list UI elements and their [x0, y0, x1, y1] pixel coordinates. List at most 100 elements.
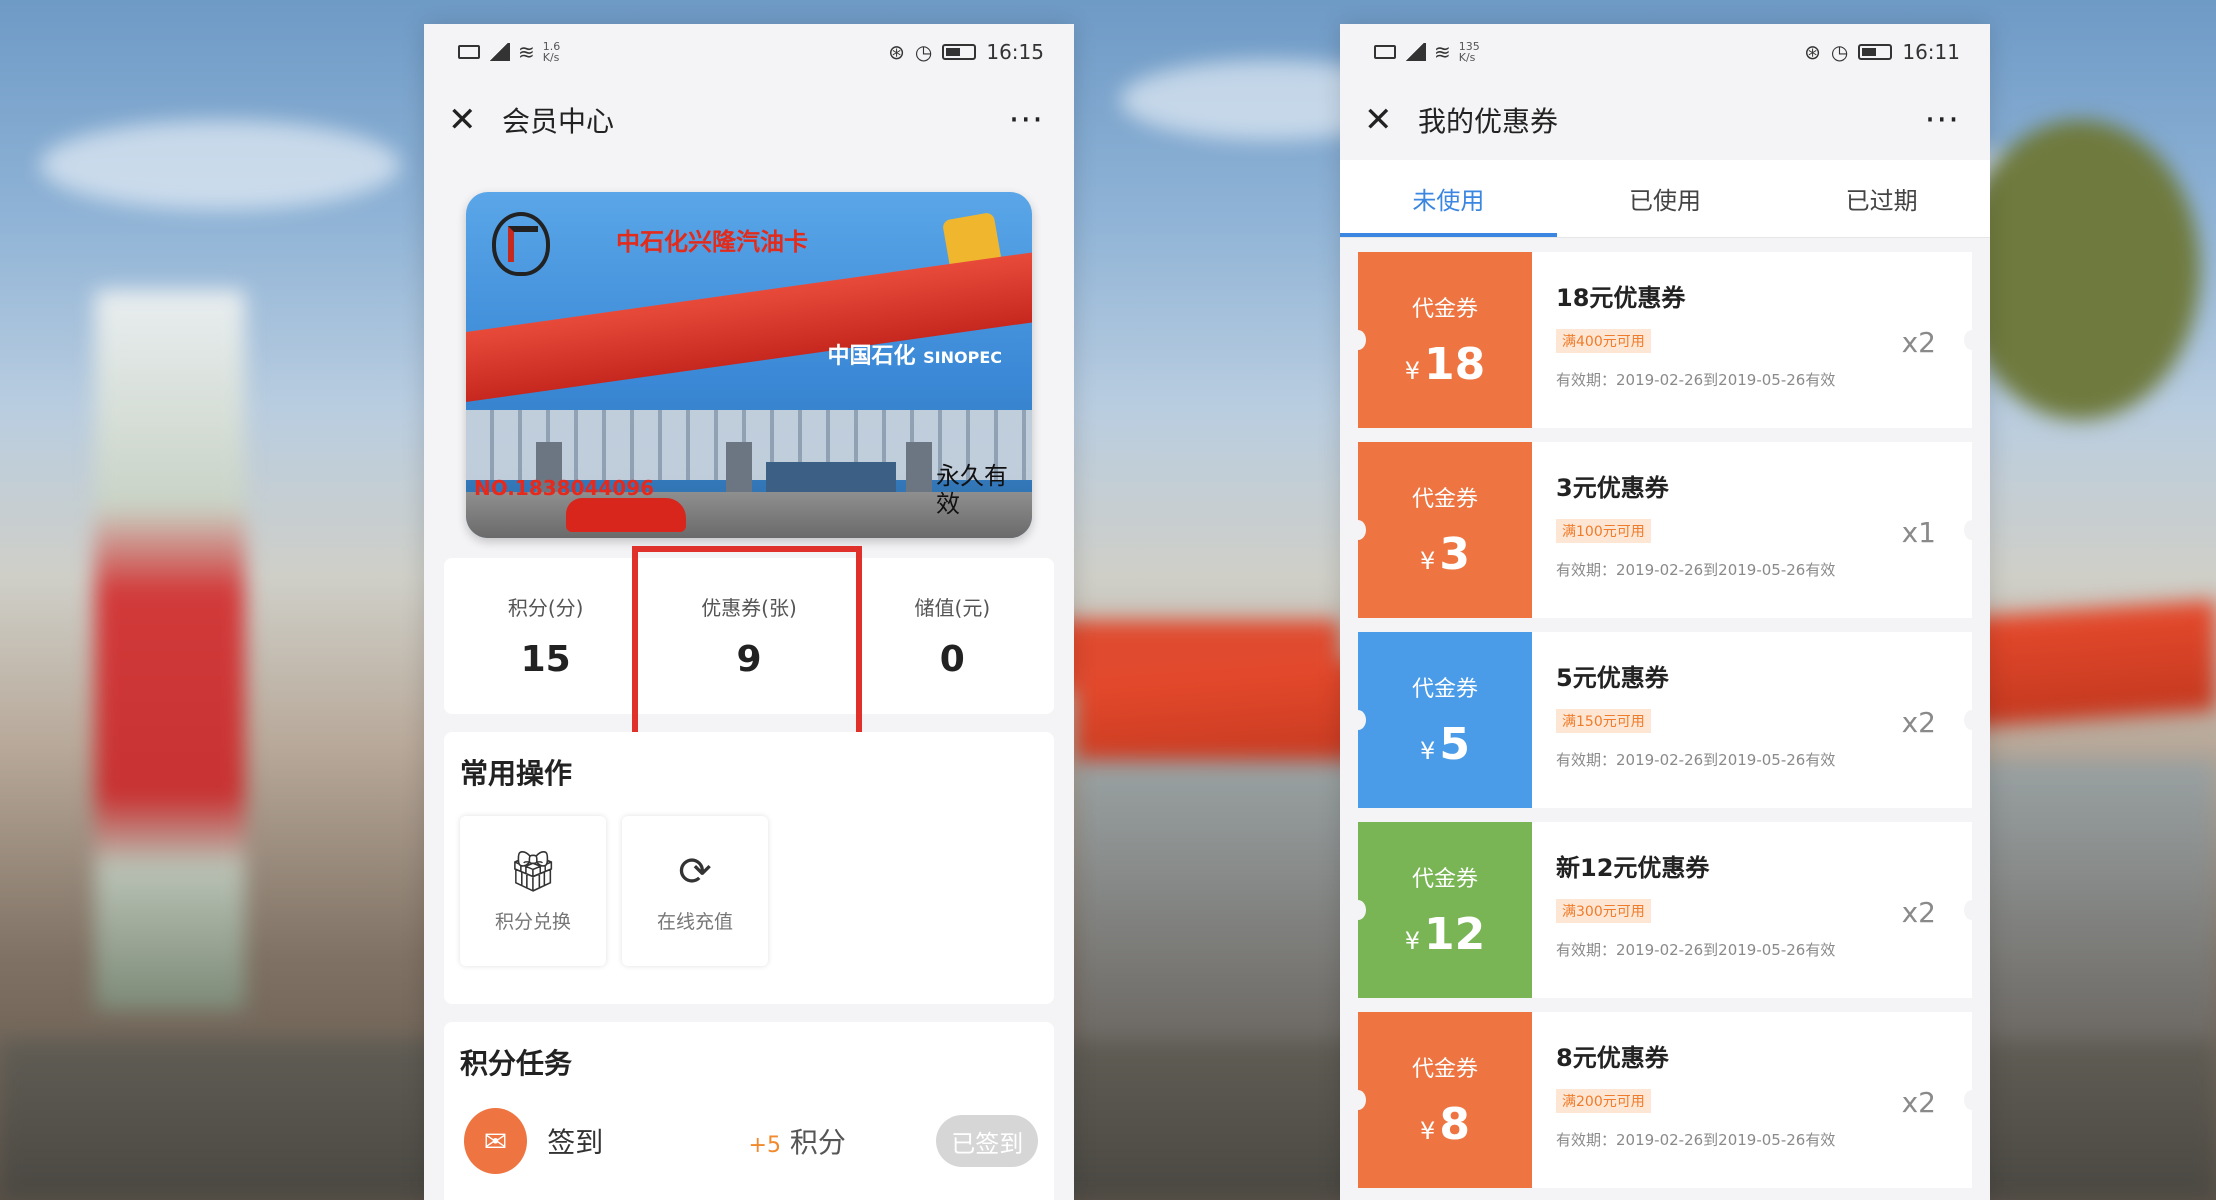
task-row: ✉ 签到 +5 积分 已签到	[444, 1082, 1054, 1174]
stat-balance[interactable]: 储值(元) 0	[851, 558, 1054, 714]
coupon-amount: ¥5	[1420, 718, 1470, 770]
close-icon[interactable]: ✕	[448, 100, 488, 140]
signal-icon	[488, 43, 510, 61]
checked-in-button[interactable]: 已签到	[936, 1115, 1038, 1167]
stat-value: 9	[736, 639, 762, 680]
coupon-validity: 有效期：2019-02-26到2019-05-26有效	[1556, 561, 1836, 579]
coupon-item[interactable]: 代金券 ¥12 新12元优惠券 满300元可用 有效期：2019-02-26到2…	[1350, 822, 1980, 998]
stat-coupons[interactable]: 优惠券(张) 9	[647, 558, 850, 714]
coupon-validity: 有效期：2019-02-26到2019-05-26有效	[1556, 1131, 1836, 1149]
op-label: 在线充值	[656, 910, 733, 933]
coupon-item[interactable]: 代金券 ¥18 18元优惠券 满400元可用 有效期：2019-02-26到20…	[1350, 252, 1980, 428]
coupon-validity: 有效期：2019-02-26到2019-05-26有效	[1556, 751, 1836, 769]
coupon-quantity: x2	[1901, 896, 1936, 929]
coupon-details: 5元优惠券 满150元可用 有效期：2019-02-26到2019-05-26有…	[1532, 632, 1980, 808]
coupon-type: 代金券	[1411, 296, 1478, 322]
close-icon[interactable]: ✕	[1364, 100, 1404, 140]
yen-recharge-icon: ⟳	[678, 848, 712, 895]
coupon-name: 18元优惠券	[1556, 284, 1686, 312]
coupon-name: 3元优惠券	[1556, 474, 1669, 502]
coupon-details: 新12元优惠券 满300元可用 有效期：2019-02-26到2019-05-2…	[1532, 822, 1980, 998]
card-number: NO.1838044096	[474, 476, 655, 500]
coupon-condition: 满300元可用	[1556, 899, 1651, 923]
stat-value: 15	[520, 639, 571, 680]
coupon-type: 代金券	[1411, 866, 1478, 892]
eye-icon: ⊛	[1804, 40, 1821, 64]
coupon-face: 代金券 ¥5	[1350, 632, 1532, 808]
signal-icon	[1404, 43, 1426, 61]
coupon-details: 3元优惠券 满100元可用 有效期：2019-02-26到2019-05-26有…	[1532, 442, 1980, 618]
net-speed: 135 K/s	[1458, 40, 1480, 64]
task-name: 签到	[547, 1126, 604, 1159]
page-title: 会员中心	[502, 105, 615, 138]
coupon-amount: ¥3	[1420, 528, 1470, 580]
coupon-amount: ¥18	[1404, 338, 1486, 390]
coupon-item[interactable]: 代金券 ¥5 5元优惠券 满150元可用 有效期：2019-02-26到2019…	[1350, 632, 1980, 808]
page-title: 我的优惠券	[1418, 105, 1559, 138]
coupon-condition: 满100元可用	[1556, 519, 1651, 543]
coupon-type: 代金券	[1411, 486, 1478, 512]
wifi-icon: ≋	[1434, 40, 1451, 64]
coupon-name: 5元优惠券	[1556, 664, 1669, 692]
member-card[interactable]: 中石化兴隆汽油卡 中国石化 SINOPEC NO.1838044096 永久有效	[466, 192, 1032, 538]
coupon-tabs: 未使用 已使用 已过期	[1340, 160, 1990, 238]
coupon-face: 代金券 ¥12	[1350, 822, 1532, 998]
coupon-list: 代金券 ¥18 18元优惠券 满400元可用 有效期：2019-02-26到20…	[1340, 238, 1990, 1188]
coupon-type: 代金券	[1411, 676, 1478, 702]
member-center-screen: ≋ 1.6 K/s ⊛ ◷ 16:15 ✕ 会员中心 ··· 中石化兴隆汽油卡 中…	[424, 24, 1074, 1200]
coupon-face: 代金券 ¥8	[1350, 1012, 1532, 1188]
more-icon[interactable]: ···	[1925, 100, 1960, 140]
coupon-condition: 满400元可用	[1556, 329, 1651, 353]
status-time: 16:15	[986, 40, 1044, 64]
checkin-icon: ✉	[464, 1108, 528, 1174]
stat-label: 储值(元)	[914, 596, 991, 620]
coupon-details: 18元优惠券 满400元可用 有效期：2019-02-26到2019-05-26…	[1532, 252, 1980, 428]
tab-unused[interactable]: 未使用	[1340, 160, 1557, 237]
eye-icon: ⊛	[888, 40, 905, 64]
coupon-face: 代金券 ¥18	[1350, 252, 1532, 428]
coupon-face: 代金券 ¥3	[1350, 442, 1532, 618]
battery-icon	[1858, 44, 1893, 60]
tab-expired[interactable]: 已过期	[1773, 160, 1990, 237]
coupon-item[interactable]: 代金券 ¥3 3元优惠券 满100元可用 有效期：2019-02-26到2019…	[1350, 442, 1980, 618]
coupon-amount: ¥8	[1420, 1098, 1470, 1150]
gift-icon: 🎁︎	[507, 849, 559, 895]
section-title: 积分任务	[460, 1047, 573, 1080]
card-validity: 永久有效	[936, 462, 1008, 518]
coupon-details: 8元优惠券 满200元可用 有效期：2019-02-26到2019-05-26有…	[1532, 1012, 1980, 1188]
coupon-item[interactable]: 代金券 ¥8 8元优惠券 满200元可用 有效期：2019-02-26到2019…	[1350, 1012, 1980, 1188]
my-coupons-screen: ≋ 135 K/s ⊛ ◷ 16:11 ✕ 我的优惠券 ··· 未使用 已使用 已…	[1340, 24, 1990, 1200]
coupon-quantity: x1	[1901, 516, 1936, 549]
canopy-brand-text: 中国石化 SINOPEC	[827, 344, 1002, 369]
coupon-name: 新12元优惠券	[1556, 854, 1710, 882]
online-recharge-button[interactable]: ⟳ 在线充值	[622, 816, 768, 966]
common-operations-section: 常用操作 🎁︎ 积分兑换 ⟳ 在线充值	[444, 732, 1054, 1004]
points-tasks-section: 积分任务 ✉ 签到 +5 积分 已签到	[444, 1022, 1054, 1200]
stat-points[interactable]: 积分(分) 15	[444, 558, 647, 714]
coupon-condition: 满150元可用	[1556, 709, 1651, 733]
points-exchange-button[interactable]: 🎁︎ 积分兑换	[460, 816, 606, 966]
stat-value: 0	[939, 639, 965, 680]
section-title: 常用操作	[460, 757, 573, 790]
alarm-icon: ◷	[1830, 40, 1849, 64]
sinopec-logo	[492, 212, 550, 276]
net-speed: 1.6 K/s	[542, 40, 561, 64]
stat-label: 优惠券(张)	[701, 596, 797, 620]
coupon-type: 代金券	[1411, 1056, 1478, 1082]
status-time: 16:11	[1902, 40, 1960, 64]
status-bar: ≋ 1.6 K/s ⊛ ◷ 16:15	[424, 24, 1074, 80]
coupon-condition: 满200元可用	[1556, 1089, 1651, 1113]
tab-used[interactable]: 已使用	[1557, 160, 1774, 237]
alarm-icon: ◷	[914, 40, 933, 64]
card-name: 中石化兴隆汽油卡	[616, 228, 808, 256]
notification-icon	[1374, 45, 1396, 59]
coupon-quantity: x2	[1901, 706, 1936, 739]
station-canopy-image	[466, 252, 1032, 402]
notification-icon	[458, 45, 480, 59]
more-icon[interactable]: ···	[1009, 100, 1044, 140]
coupon-quantity: x2	[1901, 326, 1936, 359]
wifi-icon: ≋	[518, 40, 535, 64]
car-image	[566, 498, 686, 532]
member-stats: 积分(分) 15 优惠券(张) 9 储值(元) 0	[444, 558, 1054, 714]
title-bar: ✕ 我的优惠券 ···	[1340, 80, 1990, 160]
